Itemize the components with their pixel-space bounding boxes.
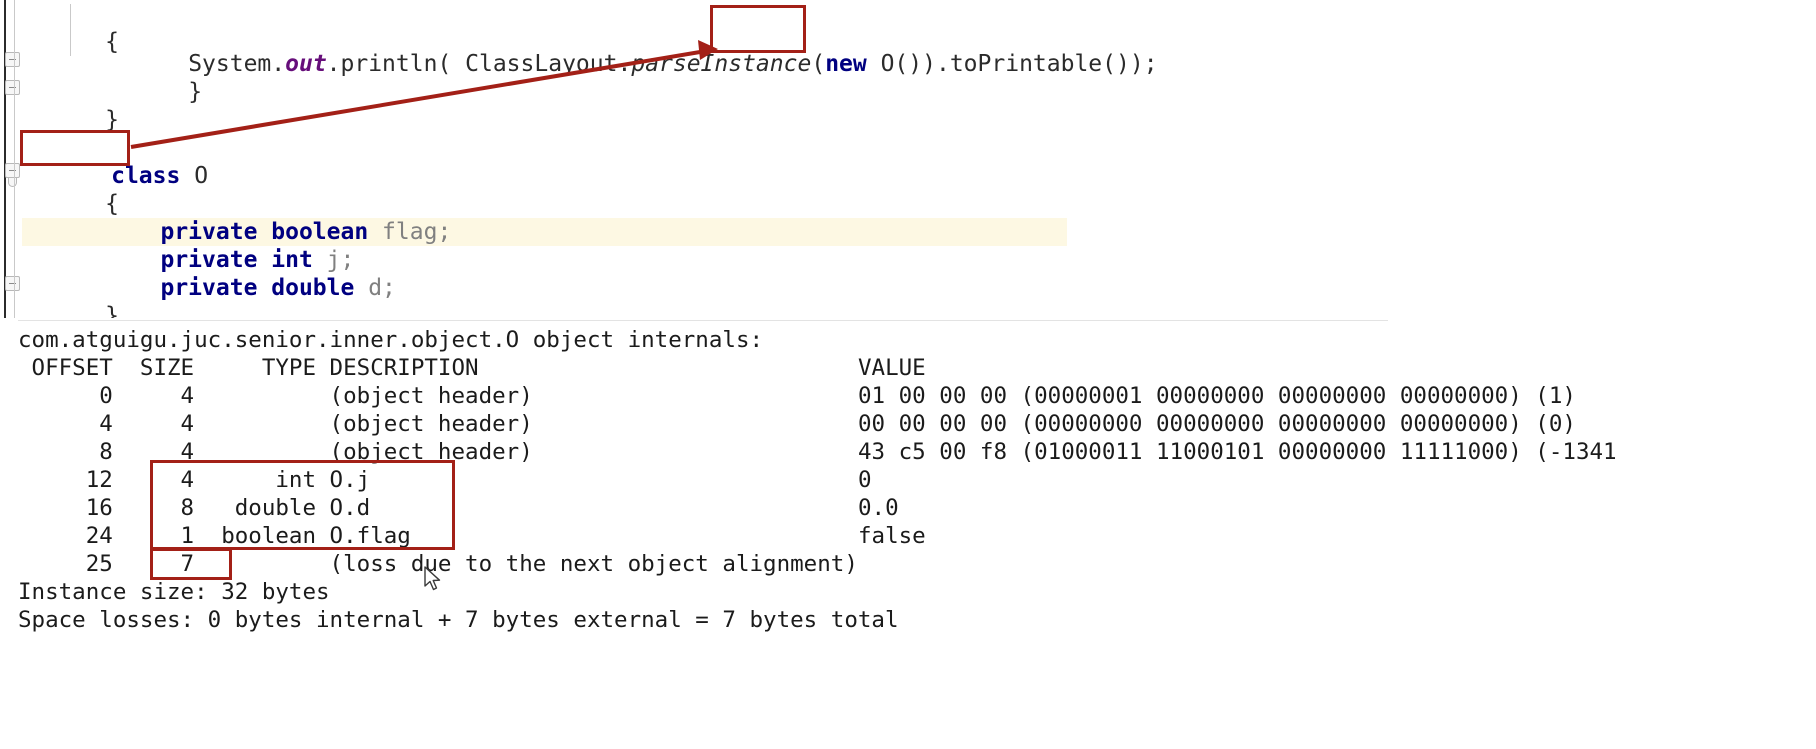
editor-gutter[interactable]: [0, 0, 22, 318]
table-row: 24 1 boolean O.flag: [18, 522, 411, 550]
console-header-value: VALUE: [858, 354, 926, 382]
new-keyword-token: new: [825, 51, 867, 77]
system-token: System.: [188, 51, 285, 77]
console-output-pane[interactable]: com.atguigu.juc.senior.inner.object.O ob…: [0, 318, 1816, 749]
fold-marker-method[interactable]: [5, 52, 20, 67]
table-row-value: 01 00 00 00 (00000001 00000000 00000000 …: [858, 382, 1576, 410]
println-token: .println( ClassLayout.: [327, 51, 632, 77]
screenshot-root: { System.out.println( ClassLayout.parseI…: [0, 0, 1816, 749]
instance-size-line: Instance size: 32 bytes: [18, 578, 330, 606]
console-header-left: OFFSET SIZE TYPE DESCRIPTION: [18, 354, 479, 382]
table-row-value: false: [858, 522, 926, 550]
gutter-border: [4, 0, 6, 318]
table-row-value: 43 c5 00 f8 (01000011 11000101 00000000 …: [858, 438, 1617, 466]
table-row: 12 4 int O.j: [18, 466, 370, 494]
console-title: com.atguigu.juc.senior.inner.object.O ob…: [18, 326, 763, 354]
d-field-name: d;: [354, 275, 396, 301]
paren-open-token: (: [811, 51, 825, 77]
flag-field-name: flag;: [368, 219, 451, 245]
brace-close-text-2: }: [105, 107, 119, 133]
fold-tail-class-o: [8, 178, 17, 187]
table-row-value: 0: [858, 466, 872, 494]
table-row-value: 0.0: [858, 494, 899, 522]
fold-marker-class-o[interactable]: [5, 163, 20, 178]
fold-marker-class-o-end[interactable]: [5, 276, 20, 291]
fold-marker-class-outer[interactable]: [5, 80, 20, 95]
table-row: 25 7 (loss due to the next object alignm…: [18, 550, 858, 578]
code-editor-pane[interactable]: { System.out.println( ClassLayout.parseI…: [0, 0, 1816, 318]
double-keyword: double: [257, 275, 354, 301]
brace-close-text-1: }: [188, 79, 202, 105]
table-row: 16 8 double O.d: [18, 494, 370, 522]
class-name-token: O: [180, 163, 208, 189]
paren-close-token: ): [922, 51, 936, 77]
table-row: 0 4 (object header): [18, 382, 533, 410]
space-losses-line: Space losses: 0 bytes internal + 7 bytes…: [18, 606, 899, 634]
class-keyword-token: class: [111, 163, 180, 189]
indent-guide-outer: [14, 0, 15, 318]
o-constructor-token: O(): [867, 51, 922, 77]
parse-instance-token: parseInstance: [631, 51, 811, 77]
console-separator: [18, 320, 1388, 321]
table-row: 4 4 (object header): [18, 410, 533, 438]
table-row: 8 4 (object header): [18, 438, 533, 466]
out-token: out: [285, 51, 327, 77]
to-printable-token: .toPrintable());: [936, 51, 1158, 77]
table-row-value: 00 00 00 00 (00000000 00000000 00000000 …: [858, 410, 1576, 438]
private-keyword-d: private: [160, 275, 257, 301]
